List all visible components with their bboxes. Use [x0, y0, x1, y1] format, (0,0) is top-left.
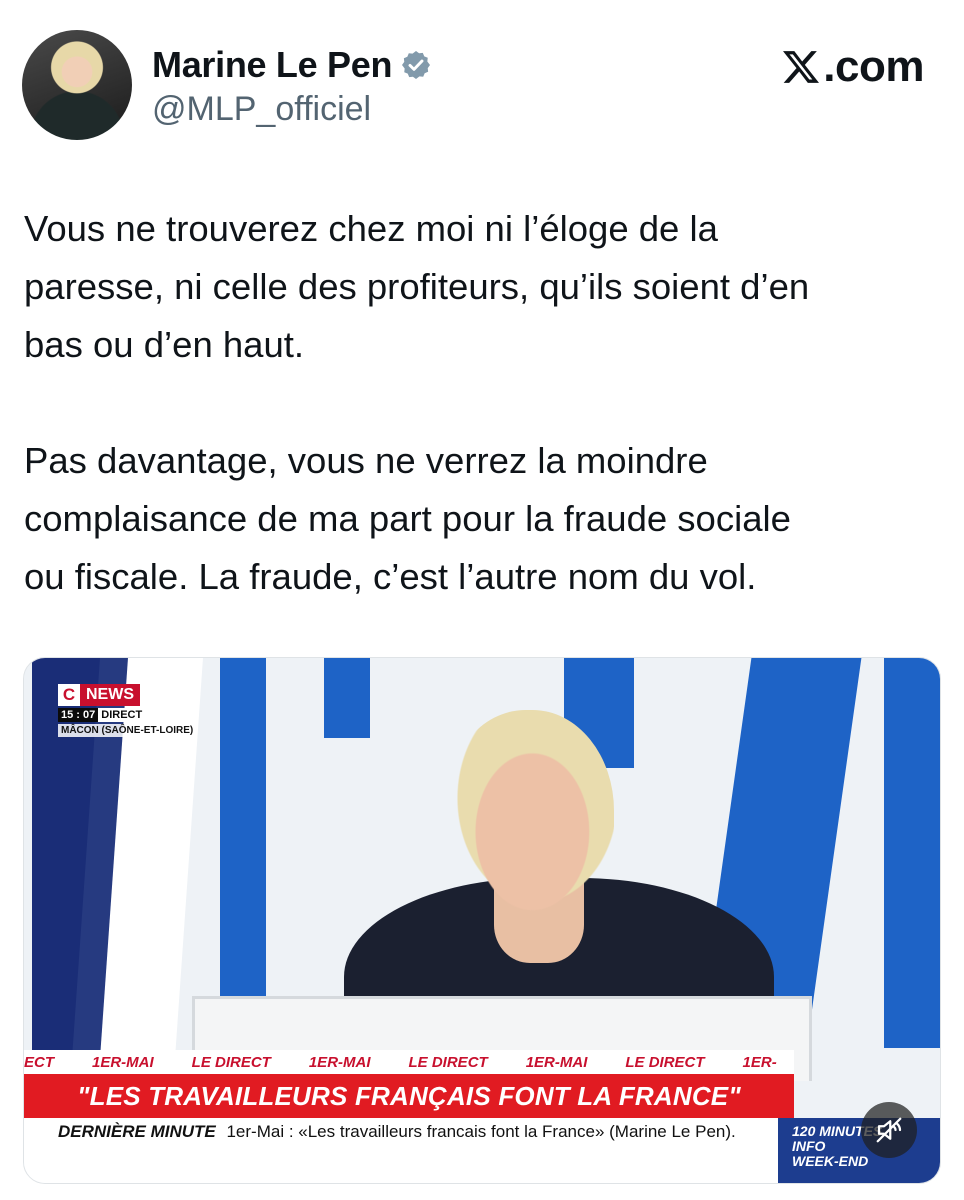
tweet-line: paresse, ni celle des profiteurs, qu’ils…	[24, 266, 810, 307]
avatar[interactable]	[22, 30, 132, 140]
breaking-label: DERNIÈRE MINUTE	[58, 1122, 216, 1141]
tweet-text: Vous ne trouverez chez moi ni l’éloge de…	[24, 200, 944, 606]
stage-decoration	[324, 658, 370, 738]
ticker-item: LE DIRECT	[408, 1053, 488, 1071]
video-player[interactable]: C NEWS 15 : 07 DIRECT MÂCON (SAÔNE-ET-LO…	[23, 657, 941, 1184]
site-label[interactable]: .com	[781, 42, 924, 92]
breaking-text: 1er-Mai : «Les travailleurs francais fon…	[226, 1122, 736, 1141]
speaker-figure	[444, 710, 614, 920]
channel-logo-news: NEWS	[80, 684, 140, 706]
ticker-item: 1ER-MAI	[308, 1053, 371, 1071]
live-time: 15 : 07	[58, 708, 99, 722]
ticker-item: LE DIRECT	[191, 1053, 271, 1071]
stage-decoration	[220, 658, 266, 1048]
tweet-line: Vous ne trouverez chez moi ni l’éloge de…	[24, 208, 718, 249]
location-label: MÂCON (SAÔNE-ET-LOIRE)	[58, 724, 197, 737]
tweet-header: Marine Le Pen @MLP_officiel .com	[22, 28, 924, 140]
channel-logo: C NEWS	[58, 684, 140, 706]
name-row: Marine Le Pen	[152, 44, 432, 86]
site-label-text: .com	[823, 42, 924, 91]
tweet-line: ou fiscale. La fraude, c’est l’autre nom…	[24, 556, 757, 597]
stage-decoration	[884, 658, 940, 1048]
user-handle[interactable]: @MLP_officiel	[152, 90, 371, 129]
tweet-line: complaisance de ma part pour la fraude s…	[24, 498, 791, 539]
ticker-item: 1ER-MAI	[92, 1053, 154, 1071]
breaking-news-bar: DERNIÈRE MINUTE 1er-Mai : «Les travaille…	[24, 1118, 794, 1183]
promo-line: WEEK-END	[792, 1153, 869, 1169]
speaker-muted-icon	[876, 1117, 902, 1143]
ticker: ECT 1ER-MAI LE DIRECT 1ER-MAI LE DIRECT …	[24, 1050, 794, 1074]
ticker-item: 1ER-	[742, 1053, 777, 1071]
ticker-item: ECT	[24, 1053, 54, 1071]
tweet-line: Pas davantage, vous ne verrez la moindre	[24, 440, 708, 481]
headline-banner: "LES TRAVAILLEURS FRANÇAIS FONT LA FRANC…	[24, 1074, 794, 1118]
channel-logo-c: C	[58, 684, 80, 706]
tweet-line: bas ou d’en haut.	[24, 324, 305, 365]
mute-button[interactable]	[861, 1102, 917, 1158]
ticker-item: 1ER-MAI	[525, 1053, 588, 1071]
ticker-item: LE DIRECT	[625, 1053, 705, 1071]
display-name[interactable]: Marine Le Pen	[152, 44, 392, 86]
live-label: DIRECT	[98, 708, 146, 722]
verified-badge-icon	[400, 49, 432, 81]
x-logo-icon	[781, 47, 821, 87]
live-indicator: 15 : 07 DIRECT	[58, 708, 146, 722]
